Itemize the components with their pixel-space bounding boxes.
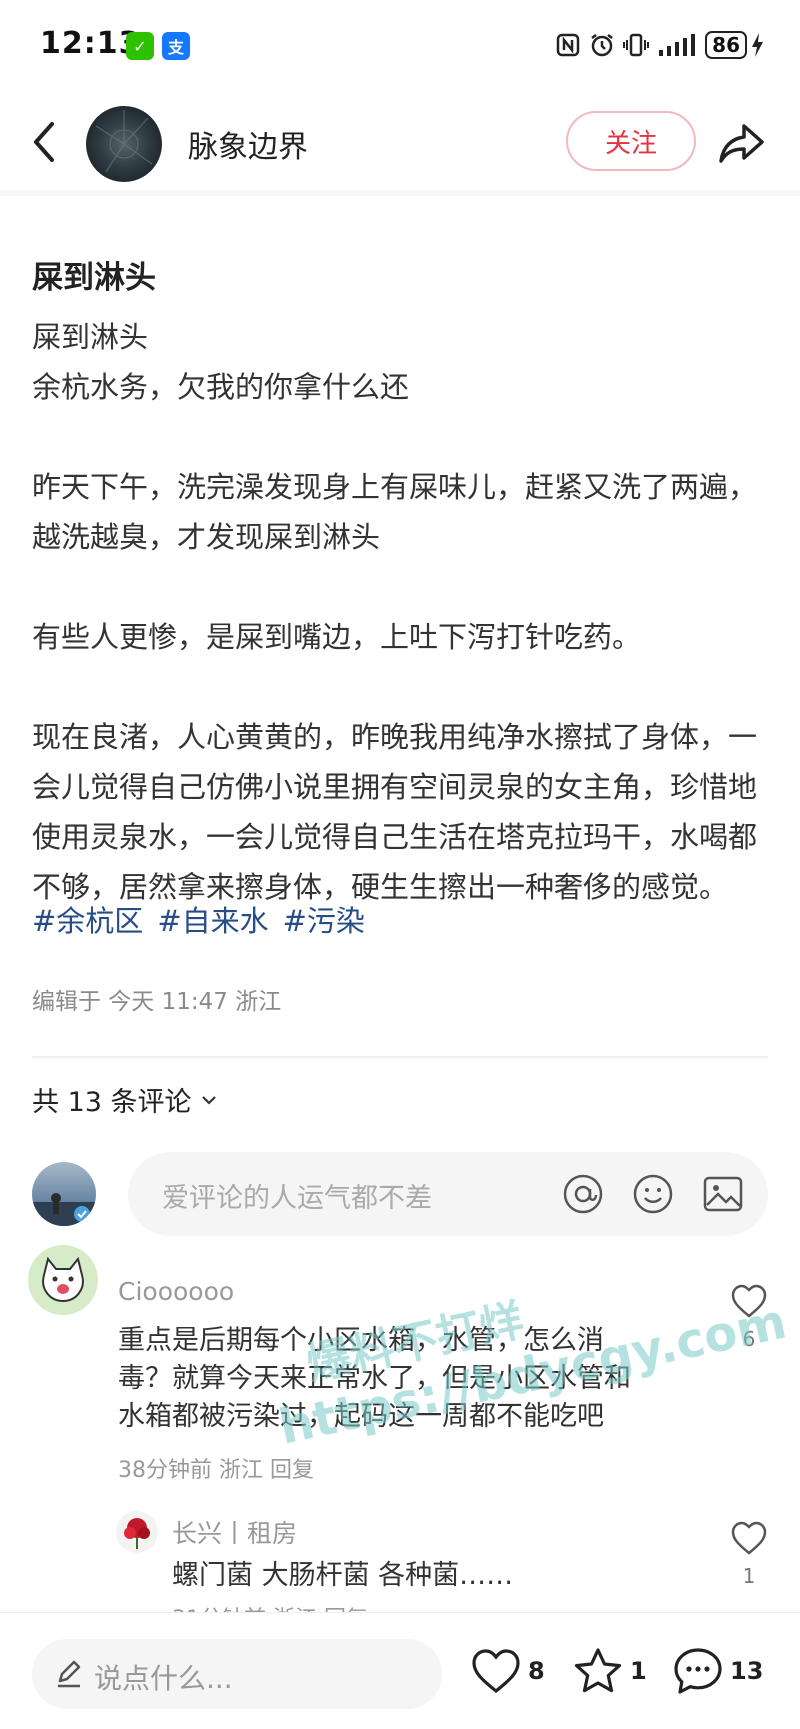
comment-like-button[interactable]: 1 [724,1520,774,1588]
signal-icon [659,34,696,56]
emoji-icon[interactable] [630,1171,676,1217]
favorite-button[interactable]: 1 [572,1641,647,1701]
at-mention-icon[interactable] [560,1171,606,1217]
comment-text-line: 水箱都被污染过，起码这一周都不能吃吧 [118,1401,604,1432]
star-icon [574,1648,622,1693]
comment-text: 重点是后期每个小区水箱，水管，怎么消 毒？就算今天来正常水了，但是小区水管和 水… [118,1322,631,1436]
status-icons: 86 [555,28,764,62]
avatar-scene-icon [32,1193,96,1226]
my-avatar [32,1162,96,1226]
bottom-input-placeholder: 说点什么... [94,1662,233,1695]
tag-link[interactable]: #污染 [283,898,365,940]
edit-meta: 编辑于 今天 11:47 浙江 [32,989,282,1015]
post-tags: #余杭区 #自来水 #污染 [32,898,365,940]
comment-input[interactable]: 爱评论的人运气都不差 [128,1152,768,1236]
post-blank-line [32,662,772,712]
commenter-avatar[interactable] [28,1245,98,1315]
like-count: 8 [528,1657,545,1685]
nfc-icon [556,33,580,57]
comment-meta[interactable]: 38分钟前 浙江 回复 [118,1452,314,1484]
flower-avatar-icon [124,1518,150,1549]
comment-count-toggle[interactable]: 共 13 条评论 [32,1080,220,1119]
comment-text-line: 毒？就算今天来正常水了，但是小区水管和 [118,1363,631,1394]
comment-text-line: 螺门菌 大肠杆菌 各种菌…… [172,1560,514,1591]
post-body: 屎到淋头 余杭水务，欠我的你拿什么还 昨天下午，洗完澡发现身上有屎味儿，赶紧又洗… [32,312,772,912]
like-count: 1 [742,1564,756,1588]
post-paragraph: 屎到淋头 [32,320,149,354]
post-paragraph: 昨天下午，洗完澡发现身上有屎味儿，赶紧又洗了两遍，越洗越臭，才发现屎到淋头 [32,470,758,554]
bottom-comment-input[interactable]: 说点什么... [32,1639,442,1709]
favorite-count: 1 [630,1657,647,1685]
heart-icon [472,1649,520,1694]
wechat-notification-icon: ✓ [126,32,154,60]
comment-count: 13 [730,1657,764,1685]
alipay-notification-icon: 支 [162,32,190,60]
divider [32,1056,768,1058]
charging-icon [752,33,763,57]
comments-button[interactable]: 13 [672,1641,763,1701]
post-title: 屎到淋头 [32,260,156,296]
comment-count-label: 共 13 条评论 [32,1087,192,1118]
image-icon[interactable] [700,1171,746,1217]
status-bar: 12:13 ✓ 支 86 [0,0,800,92]
comment-bubble-icon [674,1648,722,1694]
post-paragraph: 现在良渚，人心黄黄的，昨晚我用纯净水擦拭了身体，一会儿觉得自己仿佛小说里拥有空间… [32,720,758,904]
comment-input-placeholder: 爱评论的人运气都不差 [162,1183,432,1214]
like-button[interactable]: 8 [470,1641,545,1701]
chevron-down-icon [201,1095,216,1105]
tag-link[interactable]: #余杭区 [32,898,143,940]
pencil-icon [58,1660,81,1688]
post-blank-line [32,562,772,612]
commenter-avatar[interactable] [116,1511,158,1553]
commenter-name[interactable]: 长兴丨租房 [172,1514,297,1550]
post-paragraph: 余杭水务，欠我的你拿什么还 [32,370,410,404]
heart-icon [731,1521,767,1555]
avatar-pattern-icon [95,110,153,173]
battery-icon: 86 [705,31,764,59]
author-name[interactable]: 脉象边界 [188,122,308,166]
post-header: 脉象边界 关注 [0,92,800,196]
heart-icon [731,1284,767,1318]
battery-level: 86 [705,31,747,59]
post-blank-line [32,412,772,462]
share-icon[interactable] [716,114,768,170]
author-avatar[interactable] [86,106,162,182]
comment-like-button[interactable]: 6 [724,1283,774,1351]
vibrate-icon [623,33,650,57]
bottom-action-bar: 说点什么... 8 1 13 [0,1612,800,1729]
comment-text: 螺门菌 大肠杆菌 各种菌…… [172,1557,513,1595]
comment-text-line: 重点是后期每个小区水箱，水管，怎么消 [118,1325,604,1356]
like-count: 6 [742,1327,756,1351]
commenter-name[interactable]: Cioooooo [118,1277,234,1306]
post-paragraph: 有些人更惨，是屎到嘴边，上吐下泻打针吃药。 [32,620,642,654]
alarm-icon [591,34,613,57]
tag-link[interactable]: #自来水 [157,898,268,940]
cat-avatar-icon [42,1256,84,1303]
follow-button[interactable]: 关注 [566,111,696,171]
back-arrow-icon[interactable] [22,112,66,172]
